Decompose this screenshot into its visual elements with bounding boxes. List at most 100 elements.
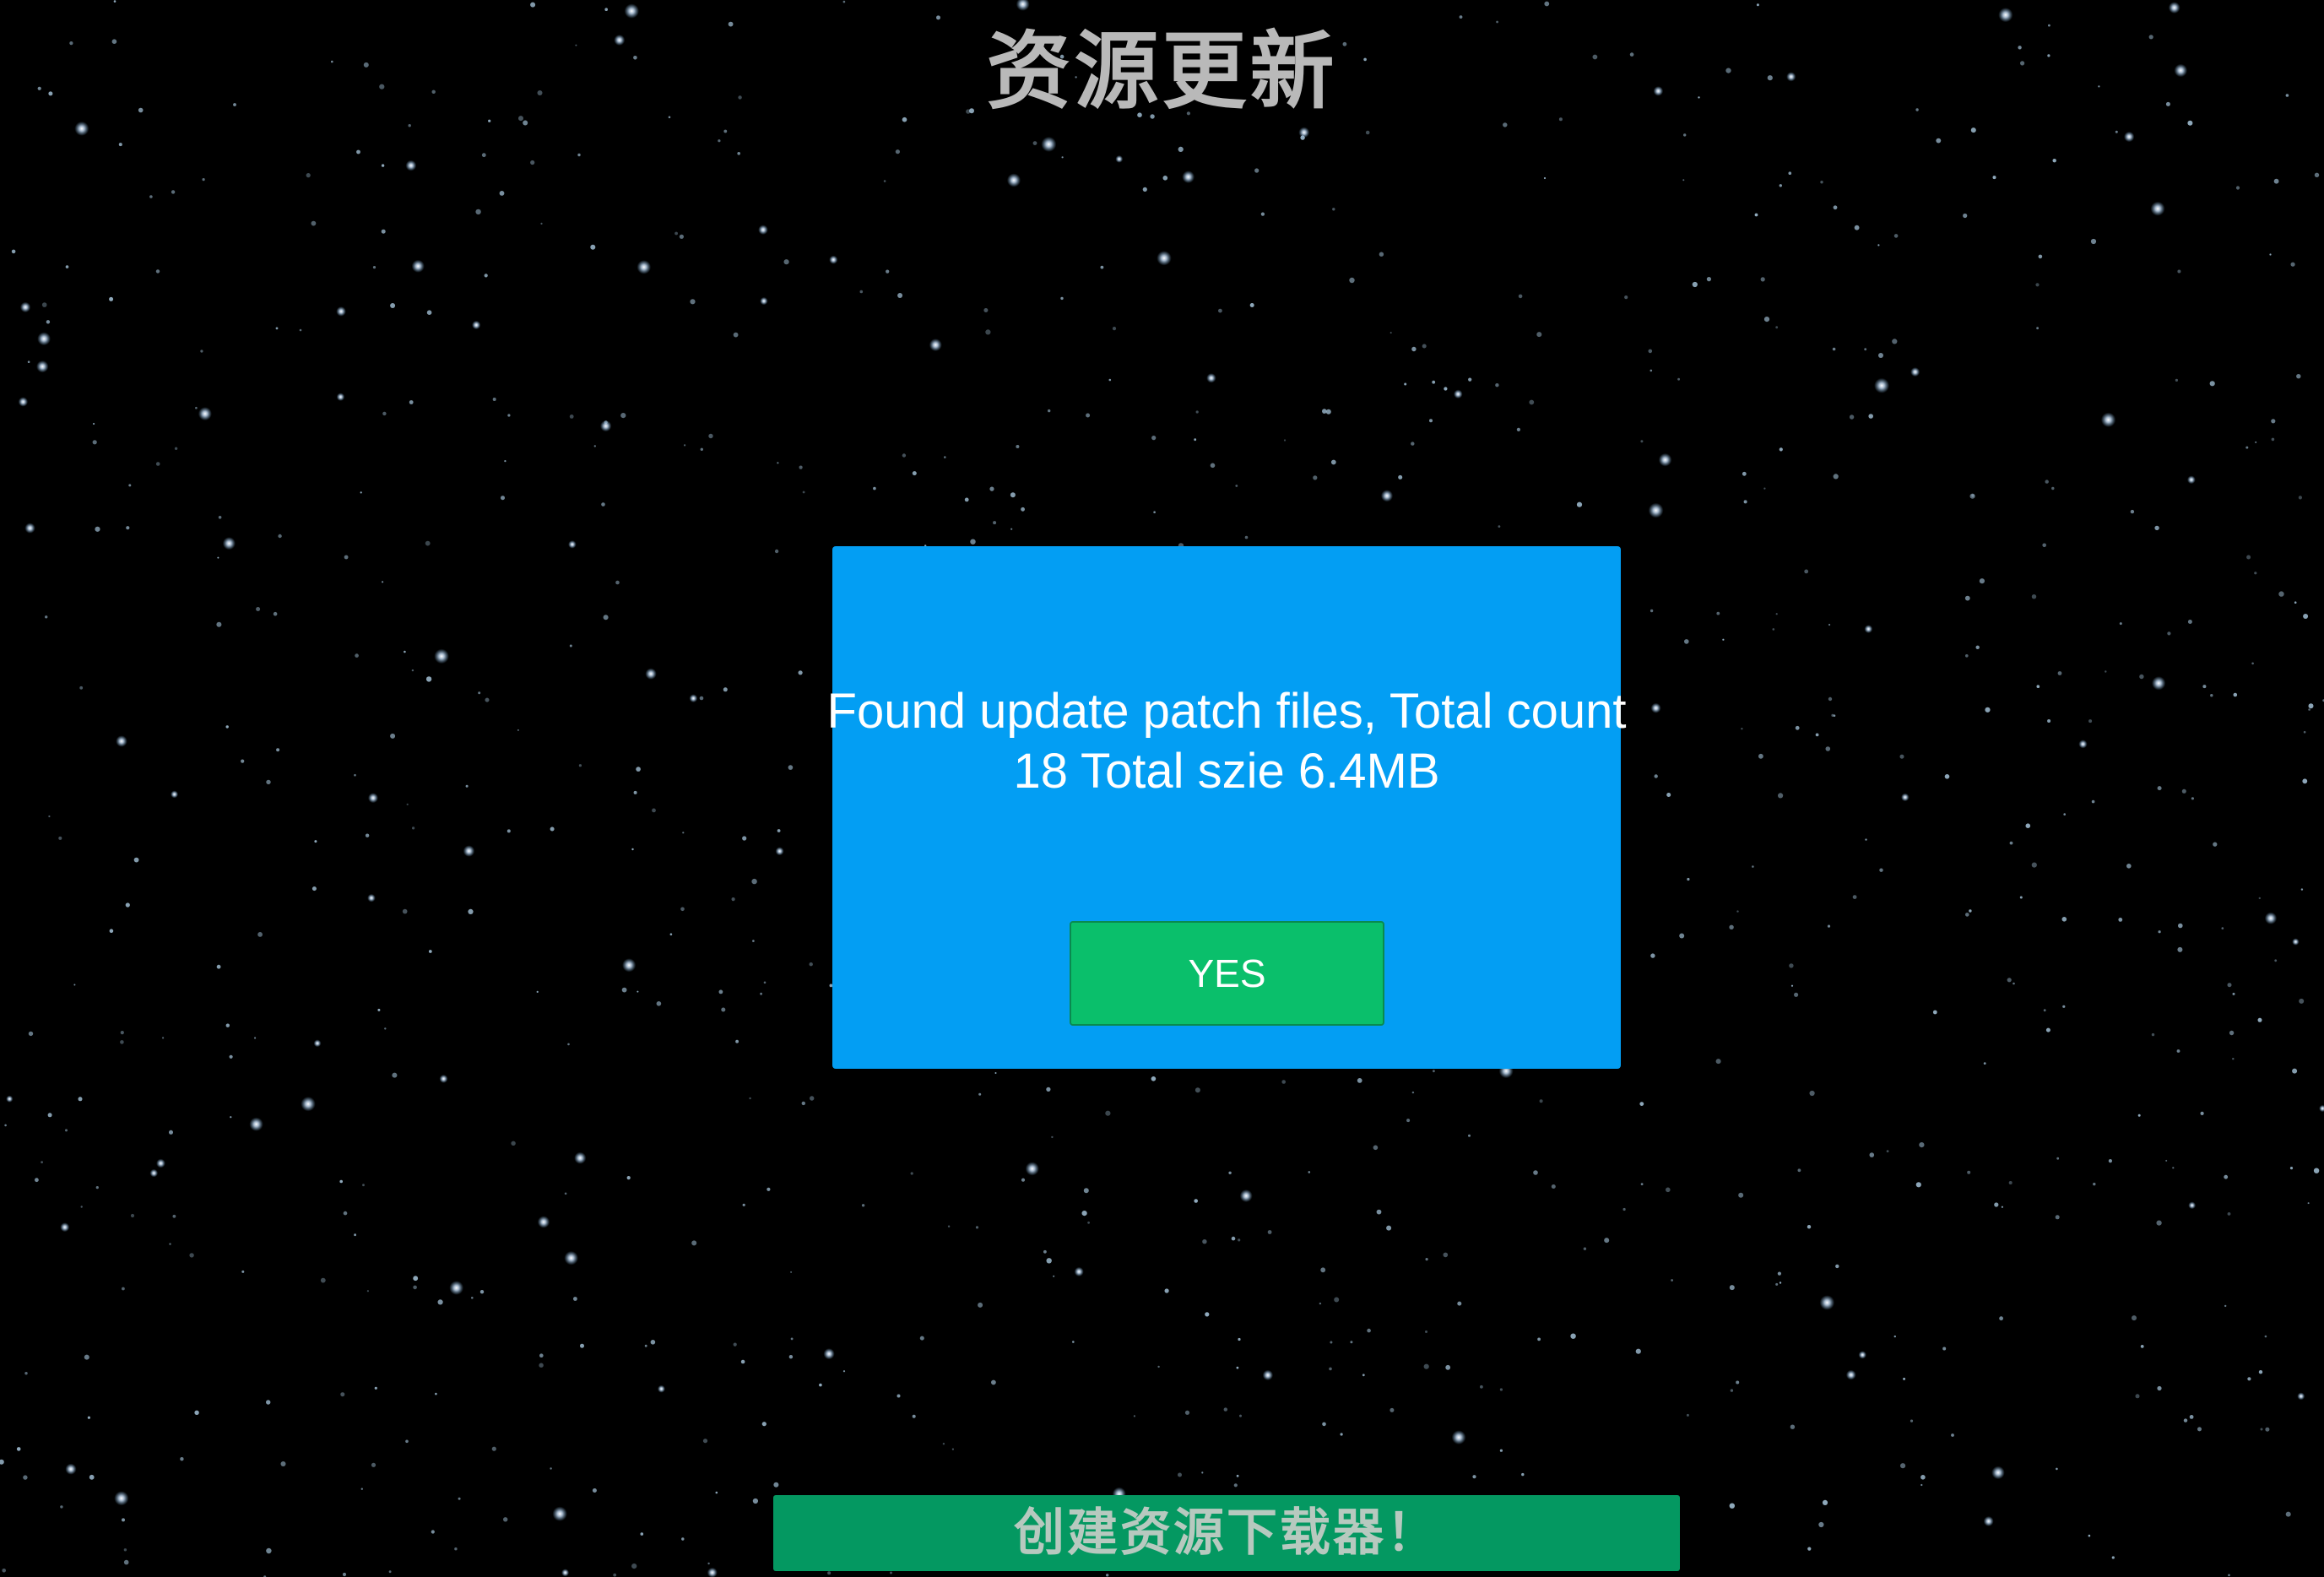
star — [1053, 1275, 1055, 1277]
star — [1903, 1377, 1906, 1380]
star — [402, 908, 408, 914]
star — [1716, 611, 1720, 615]
star — [752, 1498, 759, 1504]
star — [631, 848, 634, 851]
yes-button[interactable]: YES — [1070, 921, 1384, 1026]
star — [1920, 1475, 1926, 1480]
star — [947, 1225, 951, 1227]
star — [2056, 1157, 2060, 1160]
star — [1433, 1070, 1435, 1073]
star — [718, 989, 723, 994]
star — [2258, 897, 2261, 900]
star — [2093, 1182, 2096, 1186]
star — [1736, 910, 1739, 913]
star — [1108, 378, 1112, 382]
star — [198, 407, 212, 421]
star — [1970, 127, 1976, 133]
star — [1756, 3, 1759, 7]
star — [1194, 1199, 1198, 1203]
star — [1451, 1430, 1466, 1444]
star — [2245, 446, 2249, 449]
star — [2271, 437, 2275, 442]
star — [1539, 1099, 1543, 1103]
star — [1021, 507, 1025, 512]
star — [1236, 1474, 1239, 1477]
star — [504, 460, 507, 463]
star — [537, 1216, 550, 1228]
star — [1858, 1351, 1866, 1359]
star — [1537, 1337, 1541, 1341]
star — [2009, 841, 2013, 845]
star — [128, 484, 132, 487]
star — [499, 191, 505, 196]
star — [550, 826, 555, 832]
star — [2289, 1167, 2294, 1170]
star — [1635, 1348, 1641, 1354]
star — [343, 1211, 348, 1216]
star — [1648, 502, 1664, 518]
star — [93, 422, 95, 425]
star — [36, 360, 49, 373]
star — [1499, 1449, 1503, 1452]
star — [425, 676, 432, 682]
star — [1074, 1266, 1084, 1276]
star — [2319, 1104, 2324, 1113]
star — [1262, 1369, 1274, 1381]
star — [1087, 1221, 1090, 1224]
star — [411, 259, 425, 273]
star — [169, 1130, 173, 1135]
star — [2233, 692, 2238, 697]
star — [2228, 1574, 2230, 1577]
star — [1332, 208, 1335, 211]
star — [404, 650, 406, 653]
star — [1893, 1335, 1896, 1338]
star — [615, 580, 620, 585]
star — [1043, 1249, 1047, 1254]
star — [912, 471, 917, 476]
star — [2246, 555, 2251, 560]
star — [1822, 1499, 1828, 1505]
star — [1061, 156, 1064, 159]
star — [790, 1271, 793, 1273]
create-downloader-banner[interactable]: 创建资源下载器！ — [773, 1495, 1680, 1571]
star — [1893, 234, 1899, 238]
star — [985, 329, 991, 335]
star — [682, 832, 685, 834]
star — [73, 984, 76, 986]
star — [344, 555, 349, 560]
star — [1010, 528, 1013, 530]
star — [1398, 474, 1403, 480]
star — [413, 1276, 419, 1282]
star — [2130, 509, 2135, 514]
star — [2126, 864, 2132, 869]
star — [1979, 578, 1985, 584]
star — [763, 981, 767, 984]
star — [2235, 186, 2240, 190]
star — [1367, 1328, 1371, 1333]
star — [1640, 1183, 1644, 1185]
star — [1425, 1330, 1427, 1333]
star — [2294, 601, 2297, 604]
star — [1320, 1267, 1326, 1273]
star — [475, 209, 481, 215]
star — [944, 456, 946, 458]
star — [539, 1363, 544, 1368]
star — [368, 793, 378, 804]
star — [2013, 982, 2015, 985]
star — [501, 496, 505, 501]
star — [1833, 714, 1836, 717]
star — [2210, 694, 2213, 697]
star — [1083, 1188, 1089, 1194]
star — [2043, 1009, 2046, 1012]
star — [1835, 1264, 1839, 1269]
star — [567, 1043, 570, 1046]
star — [2303, 730, 2306, 734]
star — [1677, 377, 1680, 381]
star — [1308, 1171, 1311, 1173]
star — [65, 1463, 77, 1475]
star — [530, 2, 536, 8]
star — [1877, 244, 1880, 247]
star — [1444, 387, 1448, 391]
star — [123, 1548, 127, 1552]
star — [47, 1113, 52, 1118]
